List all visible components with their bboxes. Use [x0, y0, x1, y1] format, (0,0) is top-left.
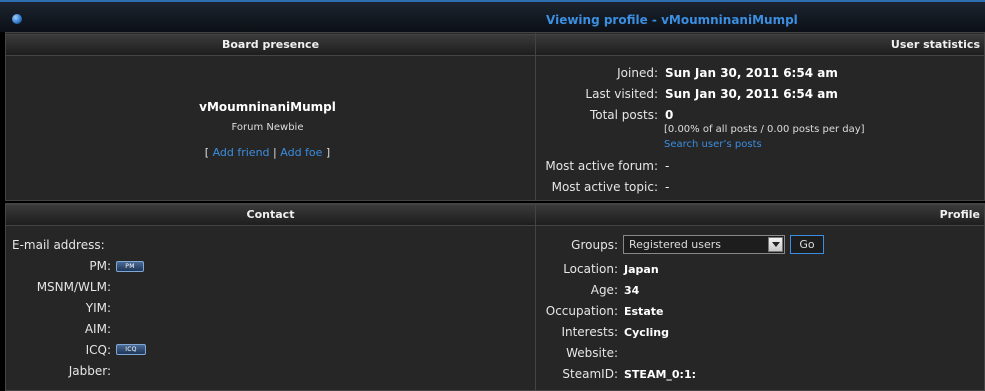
board-presence-header: Board presence: [5, 34, 536, 56]
groups-selected-value: Registered users: [629, 238, 722, 251]
location-label: Location:: [563, 262, 618, 276]
pm-label: PM:: [89, 259, 111, 273]
profile-panel: [535, 203, 985, 391]
last-visited-value: Sun Jan 30, 2011 6:54 am: [665, 87, 838, 101]
user-rank: Forum Newbie: [231, 122, 304, 133]
links-bracket-close: ]: [325, 146, 331, 159]
email-label: E-mail address:: [12, 238, 105, 252]
groups-go-button[interactable]: Go: [790, 235, 824, 254]
joined-value: Sun Jan 30, 2011 6:54 am: [665, 66, 838, 80]
most-active-topic-value: -: [665, 180, 670, 194]
most-active-forum-value: -: [665, 159, 670, 173]
interests-value: Cycling: [624, 326, 670, 339]
icq-label: ICQ:: [85, 343, 111, 357]
last-visited-label: Last visited:: [585, 87, 658, 101]
friend-foe-links: [ Add friend | Add foe ]: [0, 146, 535, 159]
occupation-label: Occupation:: [545, 304, 618, 318]
posts-detail: [0.00% of all posts / 0.00 posts per day…: [664, 124, 865, 135]
location-value: Japan: [624, 263, 659, 276]
total-posts-label: Total posts:: [589, 108, 658, 122]
contact-panel: [5, 203, 536, 391]
contact-header: Contact: [5, 204, 536, 226]
groups-select[interactable]: Registered users: [623, 235, 785, 254]
dropdown-arrow-icon[interactable]: [768, 237, 783, 252]
profile-username: vMoumninaniMumpl: [199, 100, 336, 114]
search-user-posts-link[interactable]: Search user’s posts: [664, 139, 762, 150]
age-value: 34: [624, 284, 640, 297]
steamid-label: SteamID:: [562, 367, 618, 381]
occupation-value: Estate: [624, 305, 664, 318]
profile-header: Profile: [535, 204, 985, 226]
age-label: Age:: [590, 283, 618, 297]
most-active-topic-label: Most active topic:: [551, 180, 658, 194]
user-statistics-header: User statistics: [535, 34, 985, 56]
aim-label: AIM:: [84, 322, 111, 336]
links-bracket-open: [: [204, 146, 210, 159]
groups-label: Groups:: [571, 238, 618, 252]
board-presence-panel: [5, 32, 536, 201]
msnm-label: MSNM/WLM:: [36, 280, 111, 294]
total-posts-value: 0: [665, 108, 674, 122]
most-active-forum-label: Most active forum:: [545, 159, 658, 173]
add-friend-link[interactable]: Add friend: [213, 146, 270, 159]
window-orb-icon: [12, 14, 22, 24]
yim-label: YIM:: [85, 301, 111, 315]
links-separator: |: [273, 146, 277, 159]
jabber-label: Jabber:: [68, 364, 111, 378]
add-foe-link[interactable]: Add foe: [280, 146, 322, 159]
icq-icon[interactable]: ICQ: [116, 344, 146, 355]
steamid-value: STEAM_0:1:: [624, 368, 697, 381]
page-title: Viewing profile - vMoumninaniMumpl: [546, 13, 798, 27]
pm-icon[interactable]: PM: [116, 261, 144, 272]
interests-label: Interests:: [561, 325, 618, 339]
window-titlebar: Viewing profile - vMoumninaniMumpl: [0, 0, 985, 32]
website-label: Website:: [566, 346, 618, 360]
joined-label: Joined:: [617, 66, 658, 80]
